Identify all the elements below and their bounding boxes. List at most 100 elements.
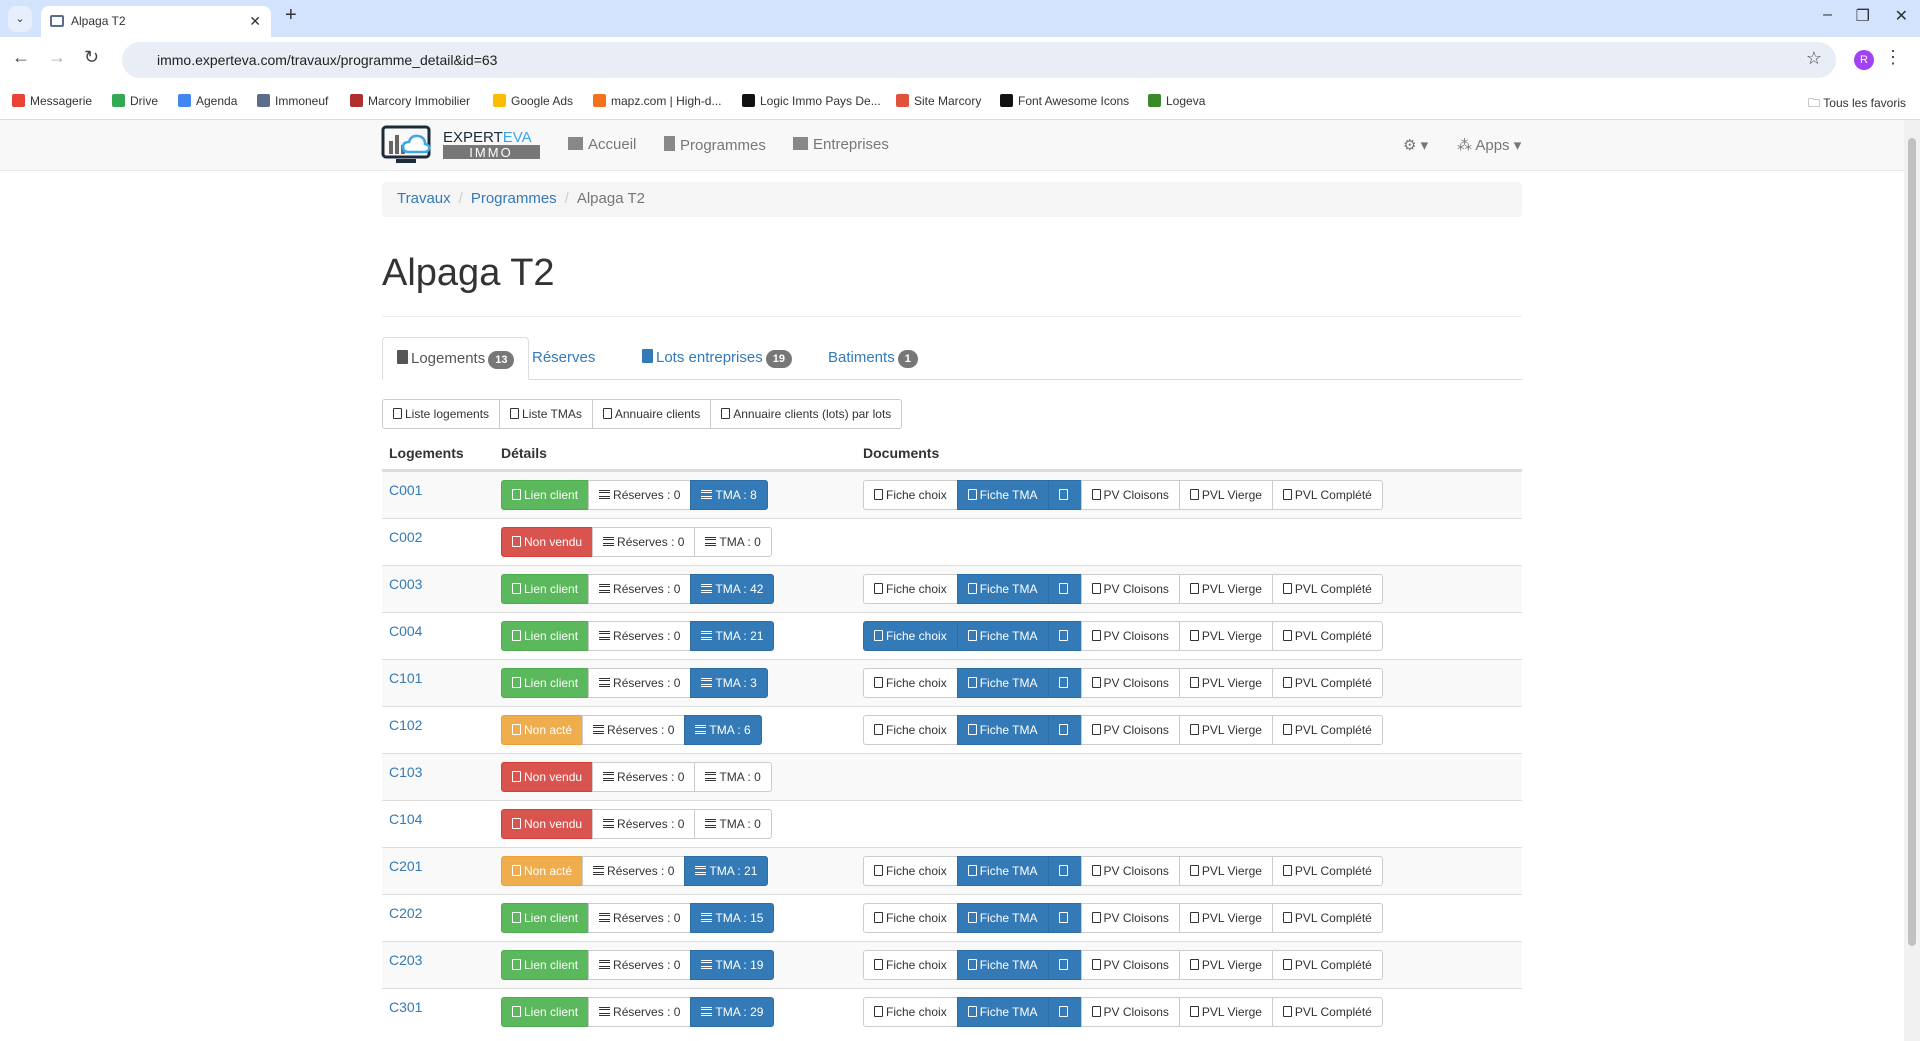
document-button[interactable]: Fiche choix — [863, 621, 958, 651]
document-button[interactable]: PVL Vierge — [1178, 621, 1273, 651]
bookmark-item[interactable]: Agenda — [178, 94, 237, 108]
reserves-button[interactable]: Réserves : 0 — [592, 762, 696, 792]
document-button[interactable]: Fiche TMA — [956, 621, 1049, 651]
status-button[interactable]: Lien client — [501, 668, 590, 698]
tma-button[interactable]: TMA : 21 — [684, 856, 769, 886]
reload-icon[interactable]: ↻ — [84, 47, 99, 68]
bookmark-item[interactable]: Logeva — [1148, 94, 1205, 108]
document-button[interactable] — [1047, 668, 1082, 698]
document-button[interactable] — [1047, 997, 1082, 1027]
document-button[interactable]: PV Cloisons — [1080, 480, 1180, 510]
new-tab-button[interactable]: + — [285, 4, 297, 27]
document-button[interactable]: Fiche TMA — [956, 715, 1049, 745]
logement-link[interactable]: C102 — [389, 717, 422, 733]
document-button[interactable]: PV Cloisons — [1080, 950, 1180, 980]
document-button[interactable]: PV Cloisons — [1080, 997, 1180, 1027]
logement-link[interactable]: C103 — [389, 764, 422, 780]
status-button[interactable]: Lien client — [501, 903, 590, 933]
document-button[interactable] — [1047, 574, 1082, 604]
tab-batiments[interactable]: Batiments 1 — [814, 337, 932, 380]
document-button[interactable]: Fiche choix — [863, 950, 958, 980]
reserves-button[interactable]: Réserves : 0 — [588, 903, 692, 933]
tab-search-button[interactable]: ⌄ — [8, 6, 32, 32]
document-button[interactable] — [1047, 715, 1082, 745]
document-button[interactable]: PV Cloisons — [1080, 668, 1180, 698]
document-button[interactable] — [1047, 621, 1082, 651]
tma-button[interactable]: TMA : 19 — [690, 950, 775, 980]
bookmark-item[interactable]: mapz.com | High-d... — [593, 94, 721, 108]
logement-link[interactable]: C301 — [389, 999, 422, 1015]
tma-button[interactable]: TMA : 0 — [694, 527, 772, 557]
apps-dropdown[interactable]: ⁂ Apps ▾ — [1457, 136, 1521, 154]
document-button[interactable] — [1047, 480, 1082, 510]
document-button[interactable]: PVL Vierge — [1178, 480, 1273, 510]
settings-dropdown[interactable]: ⚙ ▾ — [1403, 136, 1428, 154]
export-button[interactable]: Annuaire clients — [591, 399, 712, 429]
nav-accueil[interactable]: Accueil — [568, 136, 636, 153]
restore-button[interactable]: ❐ — [1856, 6, 1870, 26]
minimize-button[interactable]: – — [1823, 6, 1832, 24]
status-button[interactable]: Non vendu — [501, 527, 594, 557]
document-button[interactable]: PVL Complété — [1271, 668, 1383, 698]
document-button[interactable]: PVL Vierge — [1178, 856, 1273, 886]
logement-link[interactable]: C101 — [389, 670, 422, 686]
logement-link[interactable]: C003 — [389, 576, 422, 592]
document-button[interactable]: PV Cloisons — [1080, 621, 1180, 651]
document-button[interactable]: Fiche choix — [863, 574, 958, 604]
logement-link[interactable]: C004 — [389, 623, 422, 639]
reserves-button[interactable]: Réserves : 0 — [588, 480, 692, 510]
document-button[interactable]: Fiche choix — [863, 856, 958, 886]
document-button[interactable] — [1047, 950, 1082, 980]
logement-link[interactable]: C202 — [389, 905, 422, 921]
document-button[interactable]: PVL Vierge — [1178, 715, 1273, 745]
document-button[interactable]: PVL Vierge — [1178, 903, 1273, 933]
bookmark-item[interactable]: Messagerie — [12, 94, 92, 108]
tab-logements[interactable]: Logements 13 — [382, 337, 530, 380]
document-button[interactable]: PV Cloisons — [1080, 715, 1180, 745]
document-button[interactable]: Fiche choix — [863, 715, 958, 745]
scrollbar-thumb[interactable] — [1908, 138, 1916, 946]
document-button[interactable]: PVL Complété — [1271, 715, 1383, 745]
document-button[interactable]: PVL Vierge — [1178, 950, 1273, 980]
status-button[interactable]: Lien client — [501, 997, 590, 1027]
status-button[interactable]: Non vendu — [501, 762, 594, 792]
reserves-button[interactable]: Réserves : 0 — [588, 621, 692, 651]
tma-button[interactable]: TMA : 21 — [690, 621, 775, 651]
url-input[interactable]: immo.experteva.com/travaux/programme_det… — [122, 42, 1836, 78]
forward-icon[interactable]: → — [48, 47, 66, 68]
document-button[interactable]: Fiche TMA — [956, 950, 1049, 980]
document-button[interactable]: PV Cloisons — [1080, 903, 1180, 933]
bookmark-item[interactable]: Font Awesome Icons — [1000, 94, 1129, 108]
browser-tab[interactable]: Alpaga T2 ✕ — [41, 6, 271, 37]
document-button[interactable]: Fiche TMA — [956, 997, 1049, 1027]
tma-button[interactable]: TMA : 3 — [690, 668, 768, 698]
document-button[interactable] — [1047, 903, 1082, 933]
tma-button[interactable]: TMA : 0 — [694, 762, 772, 792]
menu-icon[interactable]: ⋮ — [1884, 47, 1902, 68]
tma-button[interactable]: TMA : 6 — [684, 715, 762, 745]
document-button[interactable]: PVL Complété — [1271, 574, 1383, 604]
bookmark-item[interactable]: Site Marcory — [896, 94, 981, 108]
document-button[interactable]: Fiche choix — [863, 668, 958, 698]
close-window-button[interactable]: ✕ — [1895, 6, 1908, 26]
tma-button[interactable]: TMA : 8 — [690, 480, 768, 510]
logement-link[interactable]: C104 — [389, 811, 422, 827]
tma-button[interactable]: TMA : 15 — [690, 903, 775, 933]
status-button[interactable]: Non acté — [501, 856, 584, 886]
nav-entreprises[interactable]: Entreprises — [793, 136, 889, 153]
close-tab-icon[interactable]: ✕ — [249, 6, 261, 37]
page-scrollbar[interactable] — [1904, 120, 1920, 1041]
reserves-button[interactable]: Réserves : 0 — [592, 527, 696, 557]
document-button[interactable]: PVL Vierge — [1178, 668, 1273, 698]
status-button[interactable]: Lien client — [501, 950, 590, 980]
experteva-logo[interactable]: EXPERTEVA IMMO — [381, 125, 541, 165]
logement-link[interactable]: C002 — [389, 529, 422, 545]
document-button[interactable]: Fiche TMA — [956, 574, 1049, 604]
profile-avatar[interactable]: R — [1854, 50, 1874, 70]
bookmark-item[interactable]: Logic Immo Pays De... — [742, 94, 881, 108]
export-button[interactable]: Liste logements — [382, 399, 501, 429]
document-button[interactable]: Fiche TMA — [956, 480, 1049, 510]
document-button[interactable]: Fiche TMA — [956, 668, 1049, 698]
export-button[interactable]: Liste TMAs — [499, 399, 593, 429]
document-button[interactable]: PVL Complété — [1271, 480, 1383, 510]
